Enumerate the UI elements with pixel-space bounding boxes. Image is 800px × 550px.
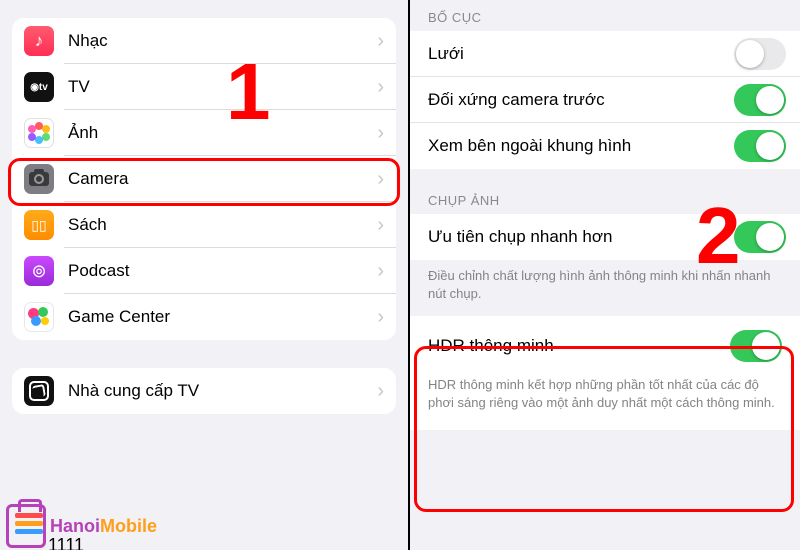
toggle-smart-hdr[interactable] <box>730 330 782 362</box>
row-label: Camera <box>68 169 377 189</box>
toggle-grid[interactable] <box>734 38 786 70</box>
chevron-right-icon: › <box>377 122 384 145</box>
settings-app-list: ♪ Nhạc › ◉tv TV › Ảnh › <box>0 0 410 550</box>
section-header-capture: CHỤP ẢNH <box>410 169 800 214</box>
settings-row-podcast[interactable]: ⊚ Podcast › <box>12 248 396 294</box>
row-label: Podcast <box>68 261 377 281</box>
row-label: Nhà cung cấp TV <box>68 381 377 401</box>
watermark-icon <box>6 504 46 548</box>
layout-group: Lưới Đối xứng camera trước Xem bên ngoài… <box>410 31 800 169</box>
toggle-prioritize-faster[interactable] <box>734 221 786 253</box>
row-grid[interactable]: Lưới <box>410 31 800 77</box>
partial-row-text: 1111 <box>48 535 84 550</box>
row-label: Ưu tiên chụp nhanh hơn <box>428 227 734 247</box>
chevron-right-icon: › <box>377 380 384 403</box>
chevron-right-icon: › <box>377 306 384 329</box>
chevron-right-icon: › <box>377 30 384 53</box>
settings-row-tv-provider[interactable]: Nhà cung cấp TV › <box>12 368 396 414</box>
photos-icon <box>24 118 54 148</box>
settings-row-photos[interactable]: Ảnh › <box>12 110 396 156</box>
row-label: Xem bên ngoài khung hình <box>428 136 734 156</box>
tv-provider-icon <box>24 376 54 406</box>
footer-smart-hdr: HDR thông minh kết hợp những phần tốt nh… <box>410 366 800 430</box>
chevron-right-icon: › <box>377 214 384 237</box>
music-icon: ♪ <box>24 26 54 56</box>
books-icon: ▯▯ <box>24 210 54 240</box>
settings-row-tv[interactable]: ◉tv TV › <box>12 64 396 110</box>
toggle-view-outside-frame[interactable] <box>734 130 786 162</box>
settings-group-media: ♪ Nhạc › ◉tv TV › Ảnh › <box>12 18 396 340</box>
podcast-icon: ⊚ <box>24 256 54 286</box>
row-label: Đối xứng camera trước <box>428 90 734 110</box>
row-label: Lưới <box>428 44 734 64</box>
row-label: HDR thông minh <box>428 336 554 356</box>
settings-row-gamecenter[interactable]: Game Center › <box>12 294 396 340</box>
chevron-right-icon: › <box>377 168 384 191</box>
camera-icon <box>24 164 54 194</box>
chevron-right-icon: › <box>377 76 384 99</box>
capture-group: Ưu tiên chụp nhanh hơn <box>410 214 800 260</box>
tv-icon: ◉tv <box>24 72 54 102</box>
row-view-outside-frame[interactable]: Xem bên ngoài khung hình <box>410 123 800 169</box>
row-label: Ảnh <box>68 123 377 143</box>
toggle-mirror-front[interactable] <box>734 84 786 116</box>
settings-row-camera[interactable]: Camera › <box>12 156 396 202</box>
row-label: Game Center <box>68 307 377 327</box>
chevron-right-icon: › <box>377 260 384 283</box>
settings-group-provider: Nhà cung cấp TV › <box>12 368 396 414</box>
row-label: TV <box>68 77 377 97</box>
footer-prioritize: Điều chỉnh chất lượng hình ảnh thông min… <box>410 260 800 316</box>
row-label: Nhạc <box>68 31 377 51</box>
row-label: Sách <box>68 215 377 235</box>
row-prioritize-faster[interactable]: Ưu tiên chụp nhanh hơn <box>410 214 800 260</box>
settings-row-music[interactable]: ♪ Nhạc › <box>12 18 396 64</box>
row-smart-hdr[interactable]: HDR thông minh <box>410 316 800 366</box>
camera-settings: BỐ CỤC Lưới Đối xứng camera trước Xem bê… <box>410 0 800 550</box>
section-header-layout: BỐ CỤC <box>410 0 800 31</box>
settings-row-books[interactable]: ▯▯ Sách › <box>12 202 396 248</box>
row-mirror-front[interactable]: Đối xứng camera trước <box>410 77 800 123</box>
gamecenter-icon <box>24 302 54 332</box>
